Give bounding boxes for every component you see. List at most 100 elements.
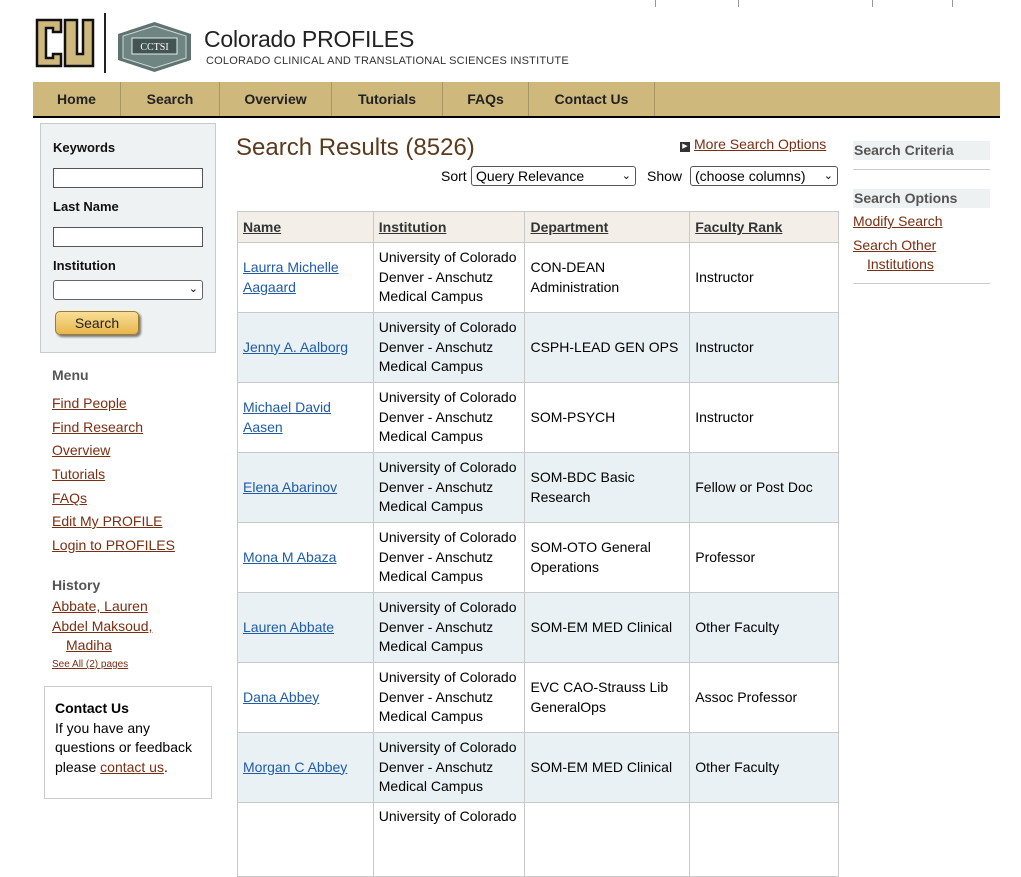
keywords-input[interactable] [53,168,203,188]
institution-select[interactable]: ⌄ [53,280,203,300]
contact-text: If you have any questions or feedback pl… [55,719,201,778]
cell-institution: University of Colorado Denver - Anschutz… [372,732,526,803]
cell-name: Jenny A. Aalborg [237,312,374,383]
cell-department: SOM-EM MED Clinical [524,732,691,803]
table-row[interactable]: Laurra Michelle Aagaard University of Co… [237,242,839,313]
menu-find-research[interactable]: Find Research [52,419,143,435]
cell-department: SOM-BDC Basic Research [524,452,691,523]
search-options-heading: Search Options [853,189,990,208]
nav-tutorials[interactable]: Tutorials [332,82,443,116]
nav-home[interactable]: Home [33,82,121,116]
menu-find-people[interactable]: Find People [52,395,127,411]
menu-heading: Menu [52,367,89,383]
nav-contact-us[interactable]: Contact Us [529,82,655,116]
column-header-department[interactable]: Department [524,211,691,243]
cell-department: SOM-OTO General Operations [524,522,691,593]
cell-department: CON-DEAN Administration [524,242,691,313]
table-row[interactable]: Elena Abarinov University of Colorado De… [237,452,839,523]
more-search-options[interactable]: ▶ More Search Options [680,136,826,152]
contact-panel: Contact Us If you have any questions or … [44,686,212,799]
cu-logo [33,14,95,72]
show-select-value: (choose columns) [695,168,806,184]
cell-name: Dana Abbey [237,662,374,733]
person-link[interactable]: Michael David Aasen [243,399,331,435]
person-link[interactable]: Lauren Abbate [243,619,334,635]
column-header-faculty-rank[interactable]: Faculty Rank [689,211,839,243]
nav-overview[interactable]: Overview [220,82,332,116]
cell-department: SOM-EM MED Clinical [524,592,691,663]
contact-text-end: . [163,758,168,775]
last-name-label: Last Name [53,199,119,214]
search-other-institutions-link[interactable]: Search Other [853,237,936,253]
show-columns-select[interactable]: (choose columns) ⌄ [690,166,838,186]
modify-search-link[interactable]: Modify Search [853,213,942,229]
results-header-row: Name Institution Department Faculty Rank [237,211,839,243]
contact-us-link[interactable]: contact us [100,759,164,775]
cell-department: CSPH-LEAD GEN OPS [524,312,691,383]
history-item-abdel-maksoud[interactable]: Abdel Maksoud, [52,618,152,634]
cell-name: Morgan C Abbey [237,732,374,803]
sort-select[interactable]: Query Relevance ⌄ [471,166,636,186]
cell-rank: Professor [689,522,839,593]
nav-faqs[interactable]: FAQs [443,82,529,116]
cell-name: Lauren Abbate [237,592,374,663]
search-button[interactable]: Search [55,311,139,335]
more-search-options-link[interactable]: More Search Options [694,136,826,152]
play-arrow-icon: ▶ [680,142,690,152]
cell-institution: University of Colorado Denver - Anschutz… [372,522,526,593]
cell-rank: Other Faculty [689,592,839,663]
menu-login[interactable]: Login to PROFILES [52,537,175,553]
table-row[interactable]: Jenny A. Aalborg University of Colorado … [237,312,839,383]
menu-overview[interactable]: Overview [52,442,110,458]
nav-search[interactable]: Search [121,82,220,116]
chevron-down-icon: ⌄ [621,170,631,182]
cell-rank: Fellow or Post Doc [689,452,839,523]
column-header-name-label[interactable]: Name [243,219,281,235]
table-row[interactable]: University of Colorado [237,802,839,877]
cctsi-logo-text: CCTSI [140,42,168,53]
cell-institution: University of Colorado Denver - Anschutz… [372,662,526,733]
table-row[interactable]: Michael David Aasen University of Colora… [237,382,839,453]
column-header-institution[interactable]: Institution [372,211,526,243]
person-link[interactable]: Jenny A. Aalborg [243,339,348,355]
person-link[interactable]: Morgan C Abbey [243,759,347,775]
cell-rank: Other Faculty [689,732,839,803]
menu-tutorials[interactable]: Tutorials [52,466,105,482]
divider [853,169,990,170]
cell-institution: University of Colorado Denver - Anschutz… [372,452,526,523]
history-item-abbate[interactable]: Abbate, Lauren [52,598,148,614]
person-link[interactable]: Elena Abarinov [243,479,337,495]
menu-faqs[interactable]: FAQs [52,490,87,506]
table-row[interactable]: Morgan C Abbey University of Colorado De… [237,732,839,803]
site-title: Colorado PROFILES [204,26,415,52]
top-utility-bar [0,0,1021,8]
contact-title: Contact Us [55,700,129,716]
person-link[interactable]: Laurra Michelle Aagaard [243,259,339,295]
history-item-abdel-maksoud-cont[interactable]: Madiha [66,637,112,653]
person-link[interactable]: Dana Abbey [243,689,319,705]
table-row[interactable]: Dana Abbey University of Colorado Denver… [237,662,839,733]
last-name-input[interactable] [53,227,203,247]
cell-institution: University of Colorado [372,802,526,877]
person-link[interactable]: Mona M Abaza [243,549,336,565]
column-header-department-label[interactable]: Department [530,219,608,235]
column-header-institution-label[interactable]: Institution [379,219,447,235]
table-row[interactable]: Mona M Abaza University of Colorado Denv… [237,522,839,593]
cell-institution: University of Colorado Denver - Anschutz… [372,592,526,663]
cell-department: SOM-PSYCH [524,382,691,453]
table-row[interactable]: Lauren Abbate University of Colorado Den… [237,592,839,663]
search-criteria-heading: Search Criteria [853,141,990,160]
cell-name: Mona M Abaza [237,522,374,593]
menu-edit-my-profile[interactable]: Edit My PROFILE [52,513,162,529]
chevron-down-icon: ⌄ [823,170,833,182]
column-header-faculty-rank-label[interactable]: Faculty Rank [695,219,782,235]
show-label: Show [647,168,683,184]
cell-rank: Instructor [689,312,839,383]
cell-department [524,802,691,877]
column-header-name[interactable]: Name [237,211,374,243]
search-other-institutions-link-cont[interactable]: Institutions [867,256,934,272]
divider [853,283,990,284]
history-see-all-link[interactable]: See All (2) pages [52,659,128,670]
cell-institution: University of Colorado Denver - Anschutz… [372,382,526,453]
results-table: Name Institution Department Faculty Rank… [237,211,839,877]
